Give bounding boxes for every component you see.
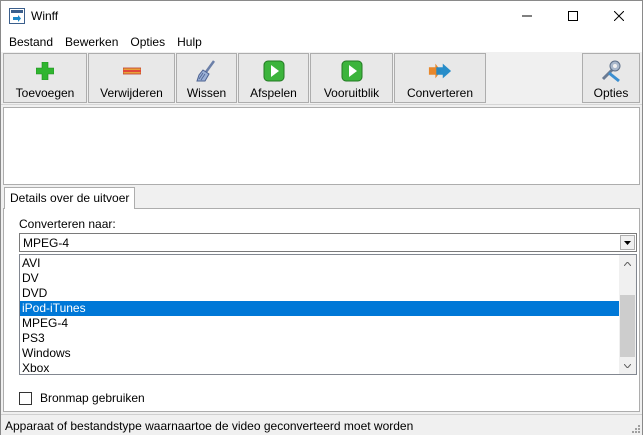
file-list[interactable] (3, 107, 640, 185)
convert-button[interactable]: Converteren (394, 53, 486, 103)
scroll-up-button[interactable] (619, 255, 636, 272)
convert-to-select[interactable]: MPEG-4 (19, 233, 637, 252)
chevron-down-icon (624, 363, 631, 368)
preview-button[interactable]: Vooruitblik (310, 53, 393, 103)
menu-bewerken[interactable]: Bewerken (60, 35, 123, 49)
play-label: Afspelen (250, 86, 297, 100)
broom-icon (195, 59, 219, 83)
close-button[interactable] (596, 1, 642, 31)
tools-icon (599, 59, 623, 83)
scroll-thumb[interactable] (620, 295, 635, 357)
title-bar[interactable]: Winff (1, 1, 642, 31)
close-icon (614, 11, 624, 21)
maximize-icon (568, 11, 578, 21)
use-source-folder-label: Bronmap gebruiken (40, 391, 145, 405)
list-item[interactable]: Windows (20, 346, 620, 361)
chevron-up-icon (624, 261, 631, 266)
list-item[interactable]: DVD (20, 286, 620, 301)
minimize-icon (522, 15, 532, 17)
convert-to-value: MPEG-4 (23, 236, 70, 250)
options-button[interactable]: Opties (582, 53, 640, 103)
minimize-button[interactable] (504, 1, 550, 31)
use-source-folder-option[interactable]: Bronmap gebruiken (19, 391, 145, 405)
clear-label: Wissen (186, 86, 227, 100)
clear-button[interactable]: Wissen (176, 53, 237, 103)
winff-app-icon (9, 8, 25, 24)
convert-label: Converteren (406, 86, 474, 100)
menu-hulp[interactable]: Hulp (172, 35, 207, 49)
window-title: Winff (31, 9, 59, 23)
convert-arrows-icon (428, 59, 452, 83)
list-item[interactable]: Xbox (20, 361, 620, 374)
add-button[interactable]: Toevoegen (3, 53, 87, 103)
menu-bestand[interactable]: Bestand (4, 35, 58, 49)
minus-icon (120, 59, 144, 83)
remove-button[interactable]: Verwijderen (88, 53, 175, 103)
toolbar: Toevoegen Verwijderen Wissen Afspelen Vo… (1, 52, 642, 105)
chevron-down-icon (624, 240, 631, 245)
menu-opties[interactable]: Opties (125, 35, 170, 49)
convert-to-options-list[interactable]: AVI DV DVD iPod-iTunes MPEG-4 PS3 Window… (19, 254, 637, 375)
maximize-button[interactable] (550, 1, 596, 31)
preview-play-icon (340, 59, 364, 83)
convert-to-label: Converteren naar: (19, 217, 116, 231)
list-item-selected[interactable]: iPod-iTunes (20, 301, 620, 316)
menu-bar: Bestand Bewerken Opties Hulp (1, 31, 642, 52)
list-item[interactable]: PS3 (20, 331, 620, 346)
preview-label: Vooruitblik (323, 86, 380, 100)
status-bar: Apparaat of bestandstype waarnaartoe de … (1, 414, 642, 435)
scroll-down-button[interactable] (619, 357, 636, 374)
resize-grip-icon[interactable] (630, 423, 640, 433)
play-button[interactable]: Afspelen (238, 53, 309, 103)
options-label: Opties (593, 86, 629, 100)
tab-output-details[interactable]: Details over de uitvoer (4, 187, 136, 209)
list-item[interactable]: AVI (20, 256, 620, 271)
list-scrollbar[interactable] (619, 255, 636, 374)
status-text: Apparaat of bestandstype waarnaartoe de … (5, 419, 414, 433)
plus-icon (33, 59, 57, 83)
remove-label: Verwijderen (100, 86, 163, 100)
add-label: Toevoegen (15, 86, 75, 100)
dropdown-button[interactable] (620, 235, 635, 250)
list-item[interactable]: DV (20, 271, 620, 286)
list-item[interactable]: MPEG-4 (20, 316, 620, 331)
use-source-folder-checkbox[interactable] (19, 391, 32, 405)
app-window: Winff Bestand Bewerken Opties Hulp Toevo… (0, 0, 643, 435)
play-icon (262, 59, 286, 83)
